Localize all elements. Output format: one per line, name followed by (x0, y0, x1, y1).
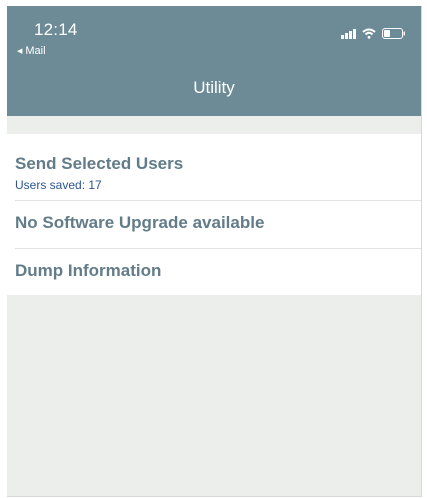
page-title: Utility (193, 78, 235, 97)
software-upgrade-label: No Software Upgrade available (15, 213, 265, 232)
back-arrow-icon: ◀ (17, 48, 23, 55)
battery-icon (382, 28, 405, 39)
navigation-bar: 12:14 ◀ Mail Utility (7, 6, 421, 116)
dump-information-label: Dump Information (15, 261, 162, 280)
section-gap (7, 116, 421, 134)
content: Send Selected Users Users saved: 17 No S… (7, 116, 421, 295)
utility-list: Send Selected Users Users saved: 17 No S… (7, 134, 421, 295)
status-time: 12:14 (34, 20, 78, 39)
back-app-label: Mail (25, 45, 46, 57)
back-to-mail-link[interactable]: ◀ Mail (17, 45, 46, 57)
phone-screen: 12:14 ◀ Mail Utility Send Selected Users… (7, 6, 422, 497)
wifi-icon (362, 28, 376, 39)
send-selected-users-row[interactable]: Send Selected Users Users saved: 17 (7, 134, 421, 200)
send-selected-users-label: Send Selected Users (15, 154, 184, 173)
users-saved-count: Users saved: 17 (15, 178, 102, 192)
dump-information-row[interactable]: Dump Information (7, 249, 421, 295)
status-icons (341, 28, 406, 39)
software-upgrade-row[interactable]: No Software Upgrade available (7, 201, 421, 248)
cellular-signal-icon (341, 28, 356, 39)
